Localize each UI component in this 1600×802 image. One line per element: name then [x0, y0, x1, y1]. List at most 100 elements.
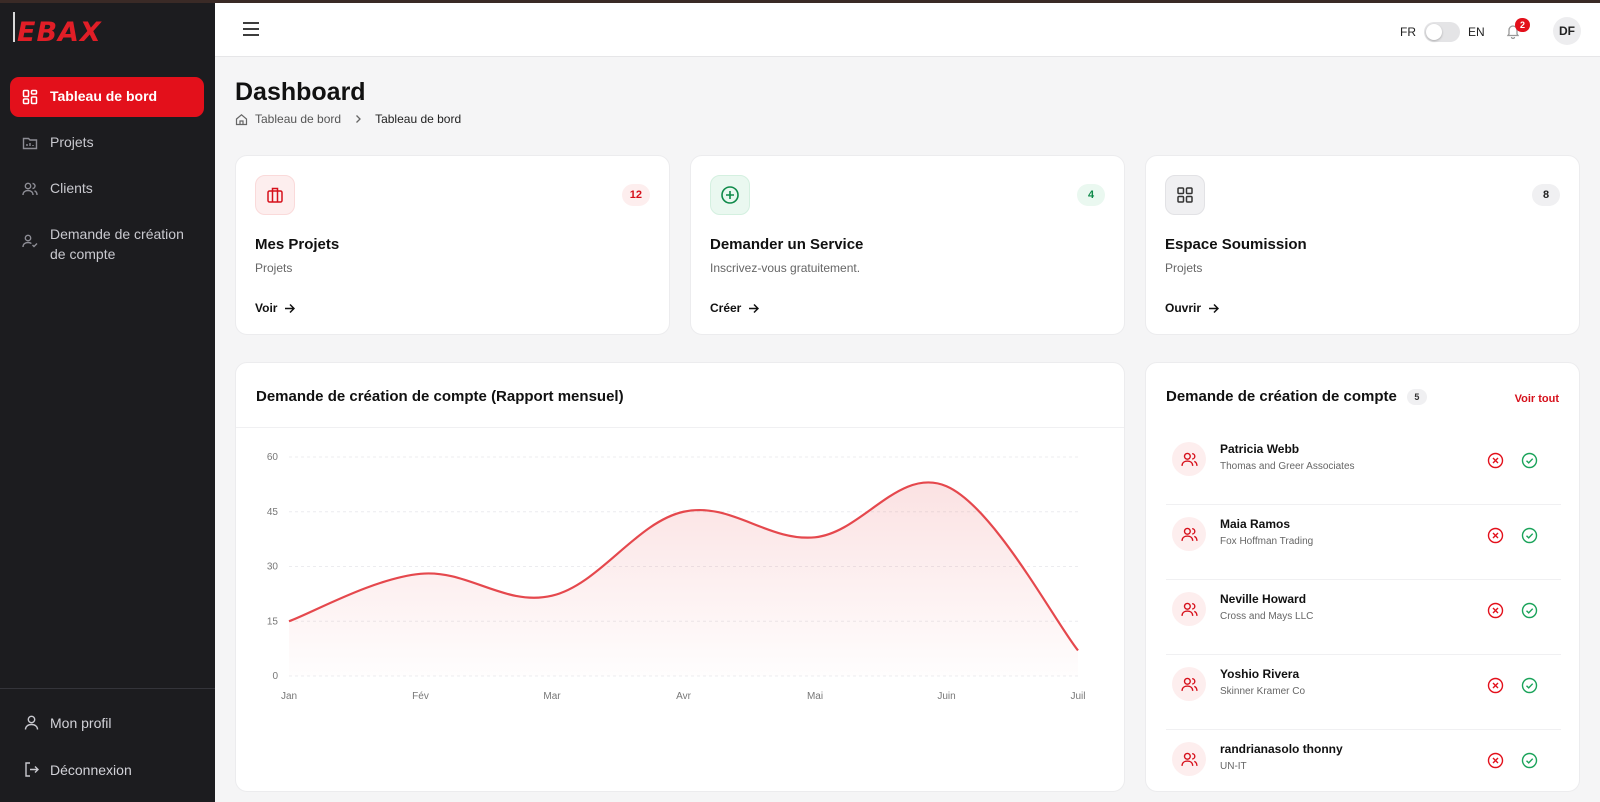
account-requests-card: Demande de création de compte 5 Voir tou… — [1145, 362, 1580, 792]
user-icon — [24, 715, 39, 730]
request-name: randrianasolo thonny — [1220, 742, 1343, 756]
card-subtitle: Inscrivez-vous gratuitement. — [710, 261, 861, 275]
card-count-badge: 12 — [621, 184, 650, 206]
request-company: UN-IT — [1220, 761, 1247, 772]
list-item: randrianasolo thonny UN-IT — [1166, 730, 1561, 802]
accept-icon[interactable] — [1521, 452, 1538, 469]
users-icon — [1180, 527, 1198, 541]
y-tick-label: 60 — [267, 452, 279, 463]
card-subtitle: Projets — [1165, 261, 1203, 275]
card-espace-soumission: 8 Espace Soumission Projets Ouvrir — [1145, 155, 1580, 335]
x-tick-label: Juil — [1070, 691, 1085, 702]
sidebar-item-projets[interactable]: Projets — [10, 123, 204, 163]
card-demander-service: 4 Demander un Service Inscrivez-vous gra… — [690, 155, 1125, 335]
card-count-badge: 4 — [1077, 184, 1105, 206]
avatar — [1172, 742, 1206, 776]
request-name: Neville Howard — [1220, 592, 1307, 606]
users-icon — [22, 182, 38, 196]
y-tick-label: 0 — [272, 671, 278, 682]
logout-icon — [25, 762, 39, 777]
requests-count-badge: 5 — [1406, 388, 1427, 405]
card-icon-box — [1165, 175, 1205, 215]
card-link-label: Voir — [255, 301, 278, 315]
sidebar-item-label: Tableau de bord — [50, 88, 158, 104]
topbar: FR EN 2 DF — [215, 3, 1600, 57]
sidebar-item-label: Clients — [50, 180, 93, 196]
request-name: Patricia Webb — [1220, 442, 1300, 456]
card-icon-box — [255, 175, 295, 215]
reject-icon[interactable] — [1487, 677, 1504, 694]
sidebar-item-label: Projets — [50, 134, 94, 150]
language-toggle[interactable] — [1424, 22, 1460, 42]
x-tick-label: Avr — [676, 691, 691, 702]
sidebar-item-dashboard[interactable]: Tableau de bord — [10, 77, 204, 117]
arrow-right-icon — [1209, 303, 1220, 313]
page-title: Dashboard — [235, 78, 366, 106]
x-tick-label: Mar — [543, 691, 561, 702]
x-tick-label: Mai — [807, 691, 823, 702]
avatar — [1172, 667, 1206, 701]
sidebar-item-label: Demande de création de compte — [50, 226, 184, 262]
sidebar-nav: Tableau de bord Projets Clients Demande … — [10, 77, 204, 281]
request-company: Thomas and Greer Associates — [1220, 461, 1355, 472]
card-link-ouvrir[interactable]: Ouvrir — [1165, 301, 1220, 315]
card-link-label: Créer — [710, 301, 742, 315]
reject-icon[interactable] — [1487, 527, 1504, 544]
card-title: Demander un Service — [710, 236, 864, 253]
sidebar-item-account-requests[interactable]: Demande de création de compte — [10, 215, 204, 275]
request-name: Yoshio Rivera — [1220, 667, 1300, 681]
card-link-voir[interactable]: Voir — [255, 301, 296, 315]
sidebar-divider — [0, 688, 215, 689]
view-all-link[interactable]: Voir tout — [1515, 393, 1559, 405]
profile-label: Mon profil — [50, 714, 112, 731]
app-logo[interactable]: EBAX — [13, 12, 102, 46]
users-icon — [1180, 752, 1198, 766]
x-tick-label: Jan — [281, 691, 297, 702]
card-title: Mes Projets — [255, 236, 340, 253]
lang-en-label: EN — [1468, 25, 1485, 39]
accept-icon[interactable] — [1521, 677, 1538, 694]
accept-icon[interactable] — [1521, 602, 1538, 619]
profile-link[interactable]: Mon profil — [23, 714, 203, 731]
reject-icon[interactable] — [1487, 752, 1504, 769]
card-title: Espace Soumission — [1165, 236, 1307, 253]
requests-title: Demande de création de compte — [1166, 388, 1397, 405]
card-count-badge: 8 — [1532, 184, 1560, 206]
reject-icon[interactable] — [1487, 602, 1504, 619]
plus-circle-icon — [721, 186, 739, 204]
y-tick-label: 15 — [267, 616, 279, 627]
breadcrumb: Tableau de bord Tableau de bord — [235, 112, 461, 126]
user-check-icon — [22, 234, 38, 248]
grid-icon — [1177, 187, 1193, 203]
dashboard-icon — [22, 89, 38, 105]
avatar — [1172, 517, 1206, 551]
arrow-right-icon — [749, 303, 760, 313]
accept-icon[interactable] — [1521, 752, 1538, 769]
request-company: Fox Hoffman Trading — [1220, 536, 1314, 547]
sidebar-item-clients[interactable]: Clients — [10, 169, 204, 209]
breadcrumb-link[interactable]: Tableau de bord — [255, 112, 341, 126]
list-item: Patricia Webb Thomas and Greer Associate… — [1166, 430, 1561, 505]
hamburger-menu-icon[interactable] — [242, 21, 260, 37]
home-icon[interactable] — [235, 113, 248, 126]
lang-fr-label: FR — [1400, 25, 1416, 39]
x-tick-label: Fév — [412, 691, 429, 702]
card-link-label: Ouvrir — [1165, 301, 1202, 315]
monthly-area-chart: 0 15 30 45 60 Jan Fév Mar Avr Mai Juin Juil — [267, 452, 1086, 702]
breadcrumb-current: Tableau de bord — [375, 112, 462, 126]
list-item: Maia Ramos Fox Hoffman Trading — [1166, 505, 1561, 580]
x-tick-label: Juin — [937, 691, 955, 702]
reject-icon[interactable] — [1487, 452, 1504, 469]
monthly-report-chart-card: Demande de création de compte (Rapport m… — [235, 362, 1125, 792]
requests-list: Patricia Webb Thomas and Greer Associate… — [1166, 430, 1561, 802]
logout-link[interactable]: Déconnexion — [23, 761, 203, 778]
language-switch: FR EN — [1400, 22, 1485, 42]
chevron-right-icon — [356, 115, 361, 123]
avatar — [1172, 592, 1206, 626]
logo-bar — [13, 12, 15, 42]
card-link-creer[interactable]: Créer — [710, 301, 760, 315]
accept-icon[interactable] — [1521, 527, 1538, 544]
user-avatar[interactable]: DF — [1553, 17, 1581, 45]
list-item: Yoshio Rivera Skinner Kramer Co — [1166, 655, 1561, 730]
notification-badge: 2 — [1515, 18, 1530, 32]
